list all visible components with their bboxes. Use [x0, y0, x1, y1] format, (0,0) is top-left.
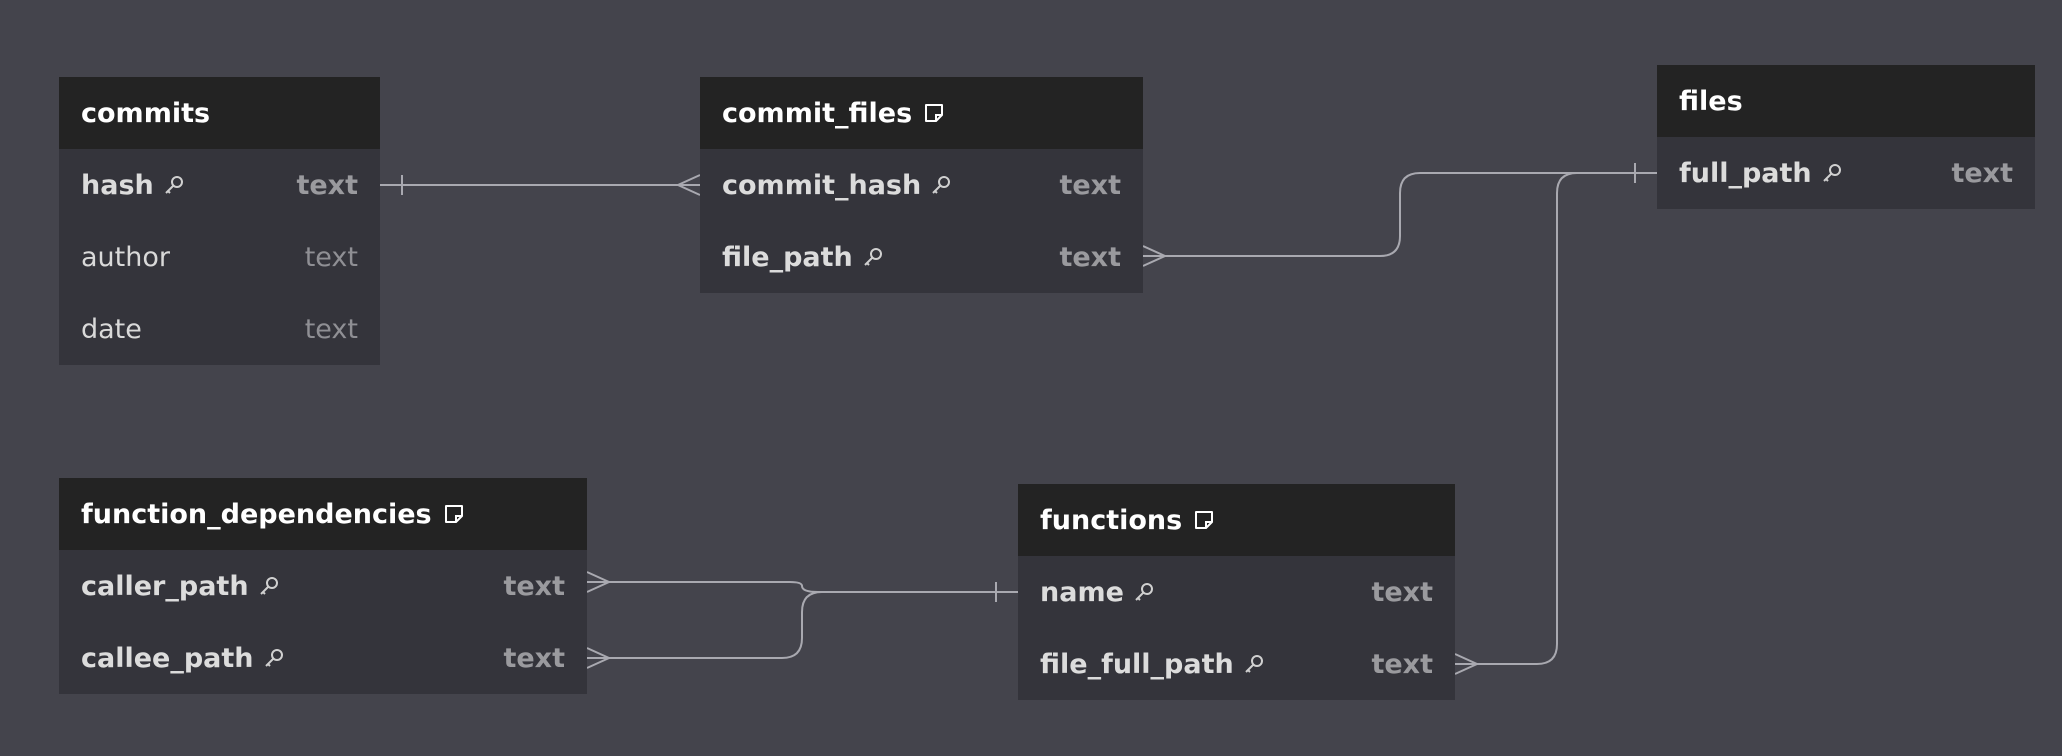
table-files[interactable]: files full_path text	[1657, 65, 2035, 209]
table-commits[interactable]: commits hash text author text date text	[59, 77, 380, 365]
edge-functions-callee	[587, 591, 1018, 659]
table-functions[interactable]: functions name text file_full_path text	[1018, 484, 1455, 700]
table-function-dependencies[interactable]: function_dependencies caller_path text c…	[59, 478, 587, 694]
field-name: caller_path	[81, 570, 249, 602]
field-name: file_full_path	[1040, 648, 1234, 680]
field-type: text	[304, 241, 358, 273]
field-type: text	[304, 313, 358, 345]
field-name: commit_hash	[722, 169, 922, 201]
er-diagram-canvas: commits hash text author text date text …	[0, 0, 2062, 756]
table-header[interactable]: functions	[1018, 484, 1455, 556]
table-header[interactable]: commit_files	[700, 77, 1143, 149]
key-icon	[259, 577, 278, 595]
table-row[interactable]: file_path text	[700, 221, 1143, 293]
table-header[interactable]: function_dependencies	[59, 478, 587, 550]
key-icon	[1135, 583, 1153, 601]
field-name: file_path	[722, 241, 853, 273]
note-icon[interactable]	[1192, 508, 1216, 532]
field-name: hash	[81, 169, 154, 201]
edge-files-functions	[1455, 172, 1657, 665]
table-title: files	[1679, 85, 1743, 117]
table-header[interactable]: files	[1657, 65, 2035, 137]
field-type: text	[296, 169, 358, 201]
many-marker	[1454, 653, 1480, 675]
table-row[interactable]: date text	[59, 293, 380, 365]
table-row[interactable]: callee_path text	[59, 622, 587, 694]
edge-functions-caller	[587, 581, 1018, 593]
table-row[interactable]: full_path text	[1657, 137, 2035, 209]
key-icon	[1822, 164, 1841, 182]
table-commit-files[interactable]: commit_files commit_hash text file_path …	[700, 77, 1143, 293]
table-row[interactable]: author text	[59, 221, 380, 293]
many-marker	[586, 647, 612, 669]
key-icon	[932, 176, 951, 194]
field-type: text	[1059, 169, 1121, 201]
table-header[interactable]: commits	[59, 77, 380, 149]
key-icon	[264, 649, 283, 667]
field-type: text	[1951, 157, 2013, 189]
key-icon	[864, 248, 882, 266]
note-icon[interactable]	[922, 101, 946, 125]
many-marker	[1142, 245, 1168, 267]
field-type: text	[1059, 241, 1121, 273]
table-row[interactable]: commit_hash text	[700, 149, 1143, 221]
table-row[interactable]: file_full_path text	[1018, 628, 1455, 700]
field-name: author	[81, 241, 170, 273]
table-row[interactable]: hash text	[59, 149, 380, 221]
field-name: callee_path	[81, 642, 254, 674]
field-name: full_path	[1679, 157, 1812, 189]
table-title: function_dependencies	[81, 498, 432, 530]
edge-files-commit-files	[1143, 172, 1657, 257]
key-icon	[165, 176, 183, 194]
key-icon	[1245, 655, 1263, 673]
field-type: text	[1371, 648, 1433, 680]
note-icon[interactable]	[442, 502, 466, 526]
field-name: name	[1040, 576, 1124, 608]
table-row[interactable]: caller_path text	[59, 550, 587, 622]
field-name: date	[81, 313, 142, 345]
field-type: text	[503, 570, 565, 602]
many-marker	[675, 174, 701, 196]
table-title: commits	[81, 97, 211, 129]
table-row[interactable]: name text	[1018, 556, 1455, 628]
many-marker	[586, 571, 612, 593]
table-title: commit_files	[722, 97, 913, 129]
field-type: text	[503, 642, 565, 674]
field-type: text	[1371, 576, 1433, 608]
table-title: functions	[1040, 504, 1183, 536]
